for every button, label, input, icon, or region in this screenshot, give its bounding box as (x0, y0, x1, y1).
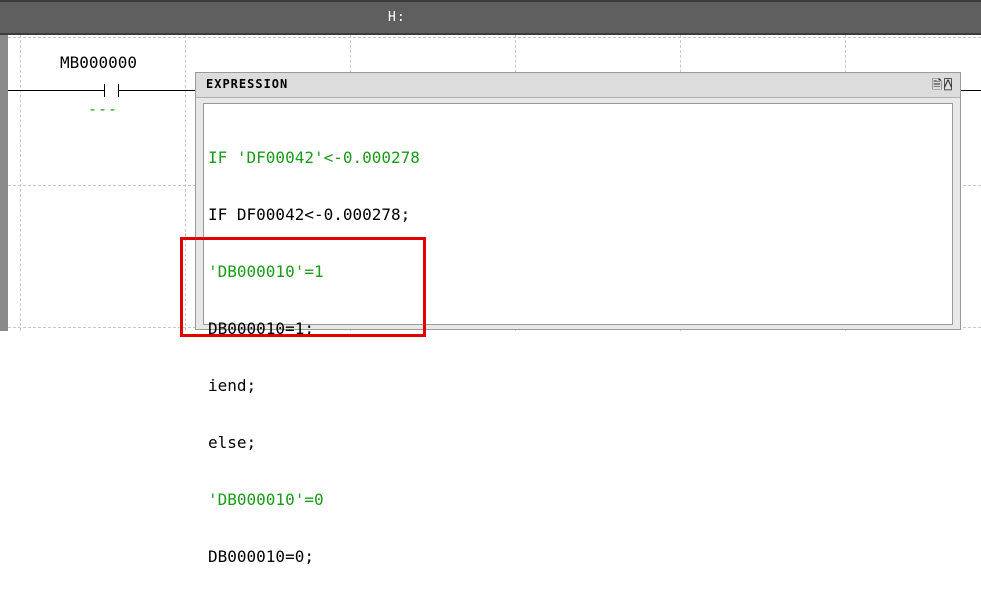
contact-status-text: --- (88, 100, 119, 118)
code-line: DB000010=0; (208, 547, 314, 566)
grid-column-line (20, 35, 21, 331)
grid-row-line (8, 37, 981, 38)
code-line: iend; (208, 376, 257, 395)
expression-code[interactable]: IF 'DF00042'<-0.000278 IF DF00042<-0.000… (208, 110, 420, 604)
ladder-rail-right (958, 90, 981, 91)
highlight-box (180, 237, 426, 337)
contact-address-label: MB000000 (60, 53, 138, 72)
window-title: H: (388, 10, 406, 25)
document-icon[interactable]: 🗎 (932, 78, 942, 93)
expression-popup-header: EXPRESSION 🗎 ⍓ (196, 73, 960, 98)
ladder-rail-left (8, 90, 104, 91)
code-line: IF 'DF00042'<-0.000278 (208, 148, 420, 167)
pin-icon[interactable]: ⍓ (944, 78, 952, 93)
code-line: else; (208, 433, 257, 452)
code-line: 'DB000010'=0 (208, 490, 324, 509)
expression-popup-title: EXPRESSION (206, 77, 289, 91)
popup-icon-group: 🗎 ⍓ (930, 76, 952, 98)
ladder-rail-middle (118, 90, 198, 91)
contact-bar-left (104, 84, 105, 97)
left-margin-bar (0, 35, 8, 331)
code-line: IF DF00042<-0.000278; (208, 205, 411, 224)
window-title-bar: H: (0, 0, 981, 35)
